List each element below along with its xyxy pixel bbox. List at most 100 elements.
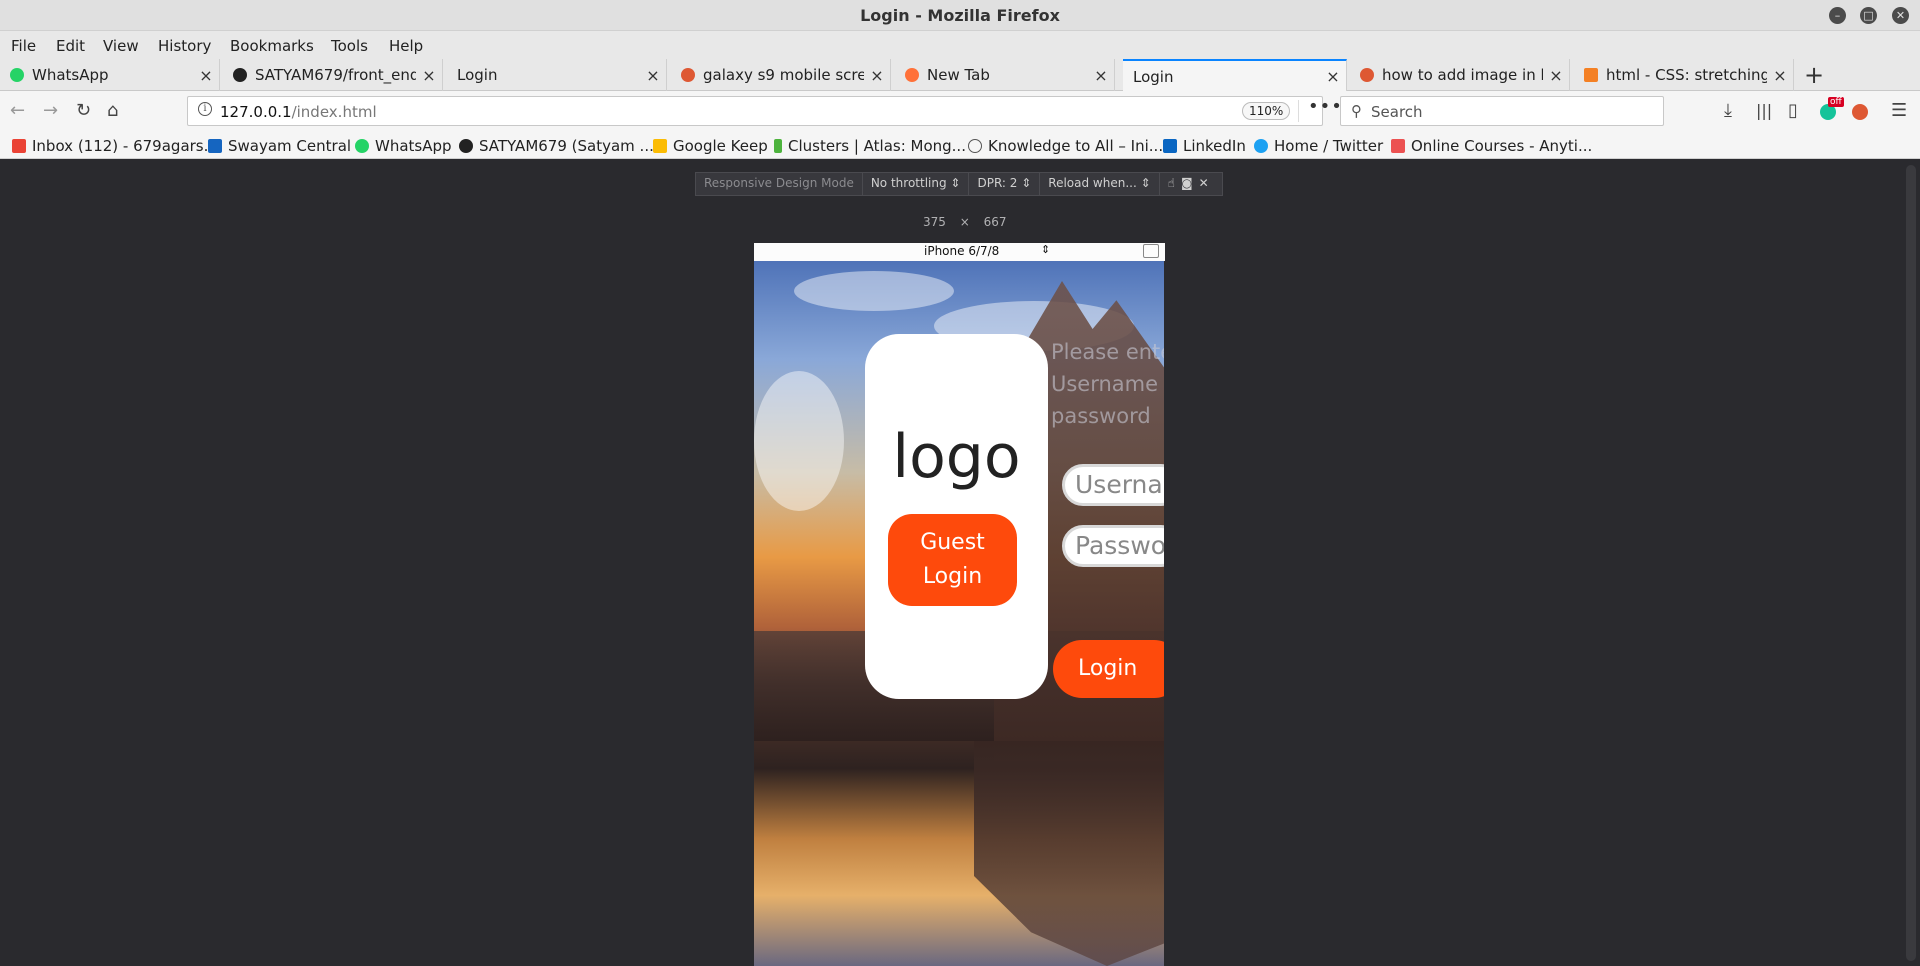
- downloads-icon[interactable]: ⤓: [1724, 100, 1732, 121]
- menu-view[interactable]: View: [103, 37, 139, 55]
- page-scrollbar[interactable]: [1906, 165, 1916, 961]
- menu-help[interactable]: Help: [389, 37, 423, 55]
- viewport-dimensions[interactable]: 375 × 667: [923, 215, 1007, 229]
- url-bar[interactable]: i 127.0.0.1/index.html 110% •••: [187, 96, 1342, 126]
- tab-whatsapp[interactable]: WhatsApp ×: [0, 59, 220, 91]
- search-placeholder: Search: [1371, 103, 1423, 121]
- bookmark-label: Google Keep: [673, 137, 768, 155]
- reload-icon[interactable]: ↻: [76, 100, 91, 121]
- menu-edit[interactable]: Edit: [56, 37, 85, 55]
- bookmark-label: Swayam Central: [228, 137, 352, 155]
- bookmark-label: Online Courses - Anyti...: [1411, 137, 1593, 155]
- menu-bookmarks[interactable]: Bookmarks: [230, 37, 314, 55]
- whatsapp-icon: [355, 139, 369, 153]
- keep-icon: [653, 139, 667, 153]
- logo-card: logo Guest Login: [865, 334, 1048, 699]
- forward-icon[interactable]: →: [43, 100, 58, 121]
- bookmark-knowledge-to-all[interactable]: Knowledge to All – Ini...: [968, 137, 1163, 155]
- tab-label: New Tab: [927, 66, 990, 84]
- device-viewport: Please enter Username and password logo …: [754, 261, 1164, 966]
- responsive-design-toolbar: Responsive Design Mode No throttling ⇕ D…: [695, 172, 1223, 196]
- page-actions-icon[interactable]: •••: [1308, 96, 1343, 117]
- minimize-icon[interactable]: –: [1829, 7, 1846, 24]
- device-selector-bar: iPhone 6/7/8 ⇕: [754, 243, 1165, 261]
- bookmark-mongodb-atlas[interactable]: Clusters | Atlas: Mong...: [774, 137, 966, 155]
- tab-close-icon[interactable]: ×: [193, 66, 219, 85]
- close-icon[interactable]: ✕: [1892, 7, 1909, 24]
- tab-new-tab[interactable]: New Tab ×: [895, 59, 1115, 91]
- swayam-icon: [208, 139, 222, 153]
- rdm-actions: ☝◙✕: [1160, 172, 1223, 196]
- menu-file[interactable]: File: [11, 37, 36, 55]
- tab-stackoverflow[interactable]: html - CSS: stretching b ×: [1574, 59, 1794, 91]
- github-icon: [459, 139, 473, 153]
- throttling-select[interactable]: No throttling ⇕: [863, 172, 970, 196]
- duckduckgo-icon: [1360, 68, 1374, 82]
- tab-galaxy-search[interactable]: galaxy s9 mobile screen ×: [671, 59, 891, 91]
- prompt-line: Please enter: [1051, 340, 1164, 364]
- login-button[interactable]: Login: [1053, 640, 1164, 698]
- throttling-value: No throttling: [870, 176, 947, 190]
- password-input[interactable]: Password: [1062, 525, 1164, 567]
- viewport-height[interactable]: 667: [984, 215, 1007, 229]
- bookmark-linkedin[interactable]: LinkedIn: [1163, 137, 1246, 155]
- bookmark-whatsapp[interactable]: WhatsApp: [355, 137, 452, 155]
- device-select[interactable]: iPhone 6/7/8: [924, 244, 999, 258]
- tab-close-icon[interactable]: ×: [416, 66, 442, 85]
- zoom-indicator[interactable]: 110%: [1242, 102, 1291, 120]
- tab-label: how to add image in ba: [1382, 66, 1543, 84]
- tab-close-icon[interactable]: ×: [1543, 66, 1569, 85]
- tab-close-icon[interactable]: ×: [864, 66, 890, 85]
- tab-label: Login: [457, 66, 498, 84]
- menu-tools[interactable]: Tools: [331, 37, 368, 55]
- tab-label: WhatsApp: [32, 66, 109, 84]
- bookmark-github-profile[interactable]: SATYAM679 (Satyam ...: [459, 137, 654, 155]
- duckduckgo-icon: [681, 68, 695, 82]
- home-icon[interactable]: ⌂: [107, 100, 118, 121]
- reload-select[interactable]: Reload when... ⇕: [1040, 172, 1160, 196]
- prompt-line: Username and: [1051, 372, 1164, 396]
- hamburger-menu-icon[interactable]: ☰: [1891, 100, 1907, 121]
- background-cloud: [754, 371, 844, 511]
- bookmark-twitter[interactable]: Home / Twitter: [1254, 137, 1383, 155]
- bookmark-label: Inbox (112) - 679agars...: [32, 137, 218, 155]
- tab-add-image-search[interactable]: how to add image in ba ×: [1350, 59, 1570, 91]
- twitter-icon: [1254, 139, 1268, 153]
- dpr-select[interactable]: DPR: 2 ⇕: [969, 172, 1041, 196]
- bookmark-inbox[interactable]: Inbox (112) - 679agars...: [12, 137, 218, 155]
- extension-duckduckgo-icon[interactable]: [1852, 104, 1868, 120]
- bookmark-label: SATYAM679 (Satyam ...: [479, 137, 654, 155]
- dpr-value: DPR: 2: [977, 176, 1018, 190]
- bookmarks-toolbar: Inbox (112) - 679agars... Swayam Central…: [0, 133, 1920, 159]
- back-icon[interactable]: ←: [10, 100, 25, 121]
- close-rdm-icon[interactable]: ✕: [1199, 176, 1215, 190]
- tab-login-active[interactable]: Login ×: [1123, 59, 1347, 92]
- tab-close-icon[interactable]: ×: [640, 66, 666, 85]
- tab-close-icon[interactable]: ×: [1767, 66, 1793, 85]
- url-path: /index.html: [291, 103, 377, 121]
- rotate-icon[interactable]: [1143, 244, 1159, 258]
- bookmark-swayam[interactable]: Swayam Central: [208, 137, 351, 155]
- bookmark-udemy[interactable]: Online Courses - Anyti...: [1391, 137, 1592, 155]
- guest-login-button[interactable]: Guest Login: [888, 514, 1017, 606]
- sidebar-icon[interactable]: ▯: [1788, 100, 1798, 121]
- site-info-icon[interactable]: i: [198, 102, 212, 116]
- username-input[interactable]: Username: [1062, 464, 1164, 506]
- tab-github-front-end[interactable]: SATYAM679/front_end ×: [223, 59, 443, 91]
- tab-login[interactable]: Login ×: [447, 59, 667, 91]
- tab-strip: WhatsApp × SATYAM679/front_end × Login ×…: [0, 59, 1920, 92]
- bookmark-google-keep[interactable]: Google Keep: [653, 137, 768, 155]
- url-text[interactable]: 127.0.0.1/index.html: [220, 103, 377, 121]
- touch-simulation-icon[interactable]: ☝: [1168, 176, 1181, 190]
- viewport-width[interactable]: 375: [923, 215, 946, 229]
- screenshot-icon[interactable]: ◙: [1181, 176, 1199, 190]
- library-icon[interactable]: |||: [1756, 101, 1772, 120]
- search-bar[interactable]: ⚲ Search: [1340, 96, 1664, 126]
- tab-close-icon[interactable]: ×: [1320, 67, 1346, 86]
- tab-label: SATYAM679/front_end: [255, 66, 416, 84]
- menu-history[interactable]: History: [158, 37, 211, 55]
- new-tab-icon[interactable]: +: [1804, 61, 1824, 89]
- tab-close-icon[interactable]: ×: [1088, 66, 1114, 85]
- device-select-arrow-icon[interactable]: ⇕: [1041, 243, 1050, 256]
- maximize-icon[interactable]: □: [1860, 7, 1877, 24]
